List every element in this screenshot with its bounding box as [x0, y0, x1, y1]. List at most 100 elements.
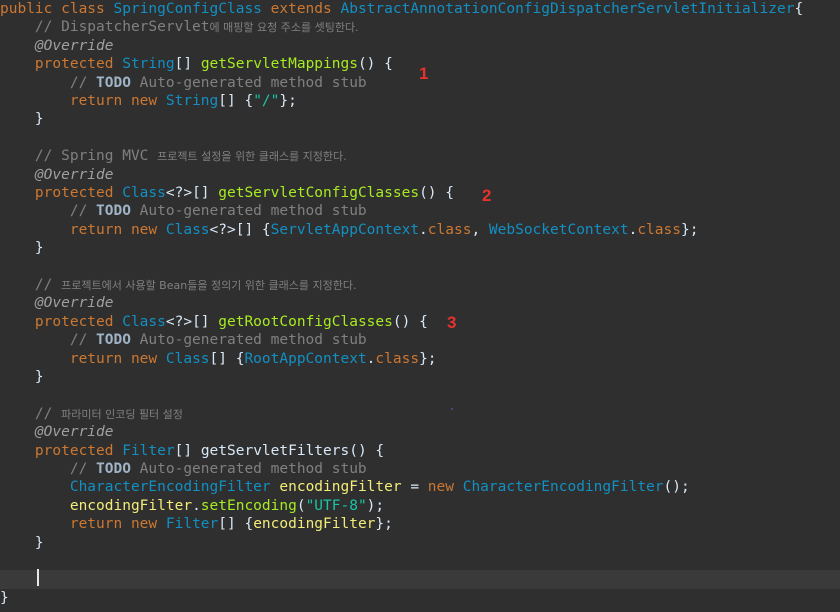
code-token: RootAppContext: [244, 350, 367, 367]
code-token: extends: [261, 1, 341, 17]
code-token: getServletConfigClasses: [218, 185, 420, 201]
code-token: TODO: [96, 74, 131, 91]
code-line[interactable]: protected Class<?>[] getRootConfigClasse…: [0, 313, 840, 331]
code-token: };: [419, 350, 437, 367]
code-line[interactable]: [0, 258, 840, 276]
stray-pixel: [451, 408, 453, 410]
code-line[interactable]: encodingFilter.setEncoding("UTF-8");: [0, 497, 840, 515]
code-token: @Override: [0, 424, 114, 441]
code-token: };: [375, 516, 393, 533]
code-editor[interactable]: public class SpringConfigClass extends A…: [0, 0, 840, 612]
code-token: CharacterEncodingFilter: [462, 479, 664, 496]
code-token: return new: [0, 350, 166, 367]
code-line[interactable]: [0, 552, 840, 570]
code-token: new: [427, 479, 463, 496]
code-token: 프로젝트 설정을 위한 클래스를 지정한다.: [157, 150, 347, 164]
code-token: setEncoding: [200, 497, 297, 514]
code-token: Class: [122, 185, 166, 201]
code-token: }: [0, 534, 44, 551]
code-line[interactable]: [0, 129, 840, 147]
code-token: class: [375, 350, 420, 367]
code-token: Auto-generated method stub: [130, 461, 367, 477]
code-token: SpringConfigClass: [113, 1, 262, 17]
code-token: @Override: [0, 295, 114, 312]
code-token: // DispatcherServlet: [0, 19, 210, 36]
code-token: Auto-generated method stub: [130, 332, 367, 349]
code-line[interactable]: @Override: [0, 166, 840, 184]
code-token: protected: [0, 313, 123, 330]
code-token: };: [279, 93, 297, 109]
code-token: Auto-generated method stub: [130, 203, 367, 220]
code-line[interactable]: return new Class<?>[] {ServletAppContext…: [0, 221, 840, 239]
code-token: .: [192, 497, 201, 514]
code-line[interactable]: }: [0, 239, 840, 257]
code-token: return new: [0, 93, 166, 109]
annotation-marker-2: 2: [482, 186, 492, 205]
code-line[interactable]: // 파라미터 인코딩 필터 설정: [0, 405, 840, 423]
code-token: 에 매핑할 요청 주소를 셋팅한다.: [209, 21, 359, 35]
code-line[interactable]: return new Class[] {RootAppContext.class…: [0, 350, 840, 368]
code-token: class: [427, 221, 472, 238]
code-token: ,: [471, 221, 489, 238]
code-line[interactable]: // DispatcherServlet에 매핑할 요청 주소를 셋팅한다.: [0, 18, 840, 36]
text-cursor: [37, 569, 39, 586]
code-token: TODO: [96, 332, 131, 349]
code-token: []: [174, 56, 201, 73]
code-token: "UTF-8": [305, 497, 367, 514]
code-token: CharacterEncodingFilter: [69, 479, 271, 496]
code-token: () {: [349, 442, 385, 459]
code-token: TODO: [96, 461, 131, 477]
code-token: getServletMappings: [200, 56, 358, 73]
code-token: AbstractAnnotationConfigDispatcherServle…: [340, 1, 795, 17]
code-token: //: [0, 332, 97, 349]
code-token: Class: [165, 350, 210, 367]
code-token: encodingFilter: [279, 479, 402, 496]
code-token: getRootConfigClasses: [218, 313, 393, 330]
code-token: Filter: [165, 516, 219, 533]
code-line[interactable]: public class SpringConfigClass extends A…: [0, 0, 840, 18]
code-token: <?>[]: [165, 313, 219, 330]
code-token: protected: [0, 442, 123, 459]
code-line[interactable]: }: [0, 589, 840, 607]
code-line[interactable]: // TODO Auto-generated method stub: [0, 331, 840, 349]
code-token: //: [0, 203, 97, 220]
code-token: () {: [392, 313, 428, 330]
code-token: return new: [0, 221, 166, 238]
code-line[interactable]: @Override: [0, 423, 840, 441]
code-line[interactable]: @Override: [0, 37, 840, 55]
code-token: return new: [0, 516, 166, 533]
code-line[interactable]: [0, 570, 840, 589]
code-token: Class: [122, 313, 166, 330]
code-line[interactable]: // Spring MVC 프로젝트 설정을 위한 클래스를 지정한다.: [0, 147, 840, 165]
code-token: encodingFilter: [253, 516, 376, 533]
code-line[interactable]: [0, 386, 840, 404]
code-line[interactable]: // TODO Auto-generated method stub: [0, 460, 840, 478]
code-line[interactable]: }: [0, 534, 840, 552]
code-token: // Spring MVC: [0, 148, 158, 165]
code-line[interactable]: }: [0, 110, 840, 128]
code-token: //: [0, 461, 97, 477]
code-token: [] {: [218, 516, 254, 533]
code-token: 파라미터 인코딩 필터 설정: [61, 407, 183, 421]
code-token: //: [0, 277, 62, 293]
code-token: );: [366, 497, 385, 514]
code-token: }: [0, 240, 44, 257]
code-token: () {: [357, 56, 393, 73]
code-line[interactable]: // 프로젝트에서 사용할 Bean들을 정의기 위한 클래스를 지정한다.: [0, 276, 840, 294]
code-token: };: [680, 221, 699, 238]
code-line[interactable]: @Override: [0, 294, 840, 312]
code-token: String: [122, 56, 175, 73]
code-line[interactable]: return new String[] {"/"};: [0, 92, 840, 110]
code-line[interactable]: }: [0, 368, 840, 386]
code-token: <?>[]: [165, 185, 219, 201]
code-line[interactable]: protected Filter[] getServletFilters() {: [0, 442, 840, 460]
code-line[interactable]: // TODO Auto-generated method stub: [0, 202, 840, 220]
code-token: public class: [0, 1, 114, 17]
code-token: //: [0, 74, 97, 91]
code-line[interactable]: protected Class<?>[] getServletConfigCla…: [0, 184, 840, 202]
code-line[interactable]: CharacterEncodingFilter encodingFilter =…: [0, 478, 840, 496]
code-token: "/": [253, 93, 280, 109]
code-line[interactable]: return new Filter[] {encodingFilter};: [0, 515, 840, 533]
